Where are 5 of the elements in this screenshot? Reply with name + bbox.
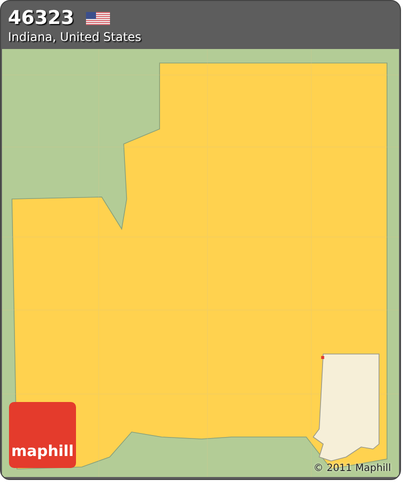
postal-code-title: 46323: [8, 7, 74, 29]
maphill-logo: maphill: [9, 402, 76, 468]
flag-icon: [86, 12, 110, 24]
copyright-text: © 2011 Maphill: [313, 462, 391, 475]
location-subtitle: Indiana, United States: [8, 29, 142, 45]
